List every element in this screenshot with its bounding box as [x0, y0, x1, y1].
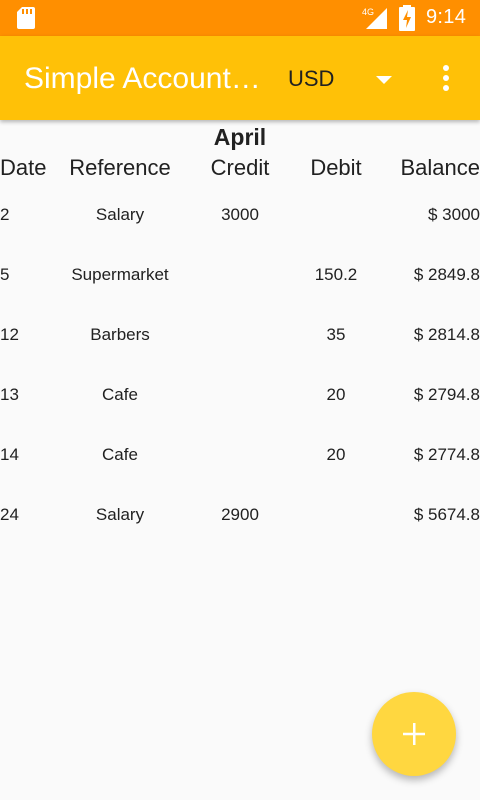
row-debit: 35: [326, 325, 346, 344]
row-date: 5: [0, 265, 10, 284]
row-debit: 20: [326, 385, 346, 404]
network-label: 4G: [362, 7, 374, 17]
overflow-menu-icon[interactable]: [440, 64, 452, 92]
table-row[interactable]: 12 Barbers 35 $ 2814.8: [0, 325, 480, 355]
row-balance: $ 2794.8: [413, 385, 480, 404]
dropdown-caret-icon[interactable]: [376, 76, 392, 84]
row-date: 14: [0, 445, 19, 464]
row-date: 12: [0, 325, 19, 344]
signal-icon: 4G: [362, 7, 387, 29]
row-reference: Supermarket: [71, 265, 169, 284]
row-date: 2: [0, 205, 10, 224]
currency-selector[interactable]: USD: [288, 66, 334, 92]
sd-card-icon: [17, 7, 35, 29]
table-row[interactable]: 13 Cafe 20 $ 2794.8: [0, 385, 480, 415]
battery-charging-icon: [399, 5, 415, 31]
row-reference: Cafe: [102, 385, 138, 404]
row-date: 13: [0, 385, 19, 404]
table-header: Date Reference Credit Debit Balance: [0, 155, 480, 185]
row-reference: Salary: [95, 205, 145, 224]
table-row[interactable]: 14 Cafe 20 $ 2774.8: [0, 445, 480, 475]
row-credit: 2900: [221, 505, 259, 524]
row-debit: 20: [326, 445, 346, 464]
column-date: Date: [0, 155, 47, 180]
table-row[interactable]: 2 Salary 3000 $ 3000: [0, 205, 480, 235]
row-reference: Salary: [95, 505, 145, 524]
row-balance: $ 2849.8: [413, 265, 480, 284]
app-title: Simple Accounting: [24, 62, 264, 95]
column-credit: Credit: [210, 155, 270, 180]
add-transaction-button[interactable]: [372, 692, 456, 776]
row-balance: $ 3000: [428, 205, 480, 224]
row-reference: Cafe: [102, 445, 138, 464]
column-balance: Balance: [400, 155, 480, 180]
month-heading: April: [213, 124, 267, 150]
row-balance: $ 2774.8: [413, 445, 480, 464]
app-bar: Simple Accounting USD: [0, 36, 480, 120]
column-reference: Reference: [69, 155, 171, 180]
row-balance: $ 5674.8: [413, 505, 480, 524]
table-row[interactable]: 24 Salary 2900 $ 5674.8: [0, 505, 480, 535]
row-balance: $ 2814.8: [413, 325, 480, 344]
row-date: 24: [0, 505, 19, 524]
table-row[interactable]: 5 Supermarket 150.2 $ 2849.8: [0, 265, 480, 295]
row-credit: 3000: [221, 205, 259, 224]
plus-icon: [403, 723, 425, 745]
row-debit: 150.2: [314, 265, 358, 284]
column-debit: Debit: [310, 155, 362, 180]
status-bar: 4G 9:14: [0, 0, 480, 36]
status-time: 9:14: [426, 6, 467, 28]
row-reference: Barbers: [90, 325, 150, 344]
